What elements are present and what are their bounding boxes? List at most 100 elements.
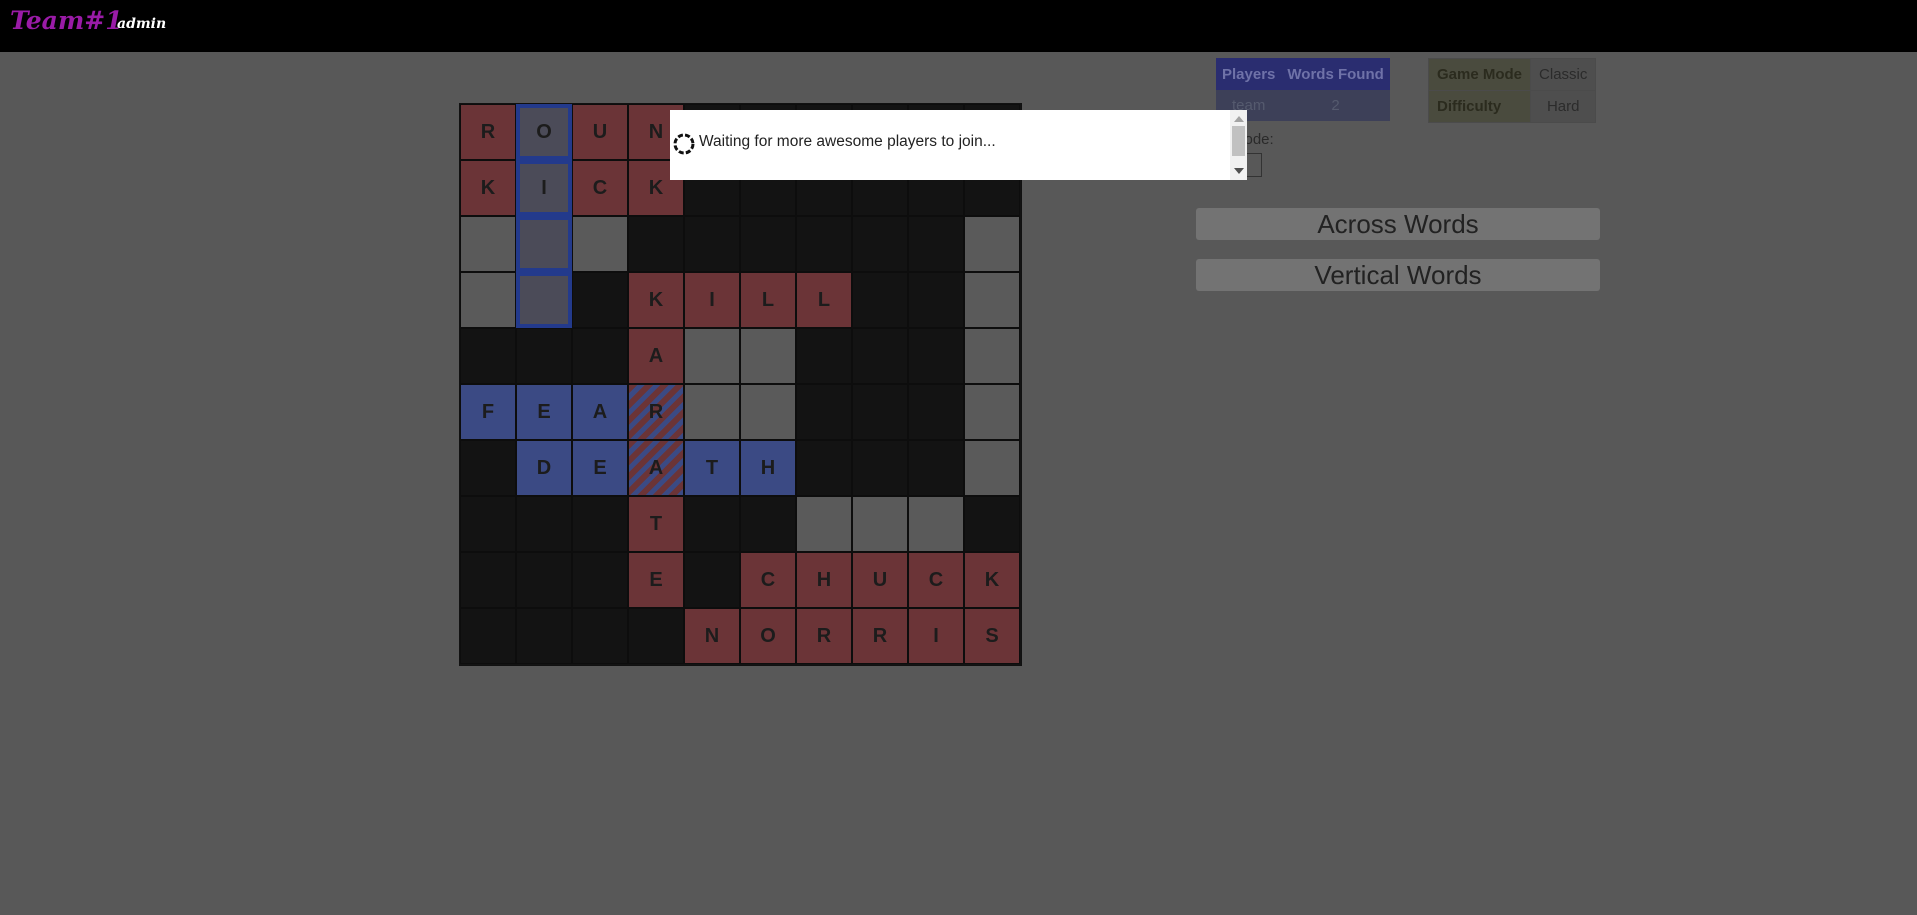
board-cell[interactable]: K [628,272,684,328]
game-settings-table: Game Mode Classic Difficulty Hard [1427,58,1597,123]
board-cell[interactable] [964,216,1020,272]
scroll-up-arrow-icon[interactable] [1234,116,1244,122]
board-cell [964,496,1020,552]
board-cell [572,552,628,608]
board-cell[interactable]: K [964,552,1020,608]
board-cell [516,608,572,664]
board-cell[interactable]: N [684,608,740,664]
across-words-panel[interactable]: Across Words [1196,208,1600,240]
board-cell[interactable]: T [628,496,684,552]
board-cell[interactable] [852,496,908,552]
board-cell[interactable]: C [572,160,628,216]
board-cell [684,216,740,272]
vertical-words-panel[interactable]: Vertical Words [1196,259,1600,291]
board-cell[interactable]: U [852,552,908,608]
board-cell [740,496,796,552]
top-navbar: Team#1 admin [0,0,1917,52]
board-cell[interactable] [572,216,628,272]
board-cell[interactable]: R [796,608,852,664]
board-cell[interactable]: T [684,440,740,496]
scrollbar-thumb[interactable] [1232,126,1245,156]
board-cell[interactable]: O [516,104,572,160]
board-cell [852,384,908,440]
words-found-header: Words Found [1281,58,1390,90]
board-cell[interactable] [964,384,1020,440]
board-cell[interactable]: A [628,440,684,496]
table-row: Difficulty Hard [1427,90,1597,123]
board-cell[interactable]: H [740,440,796,496]
board-cell[interactable]: R [460,104,516,160]
board-cell [796,440,852,496]
board-cell[interactable]: A [572,384,628,440]
brand-logo[interactable]: Team#1 [10,6,123,35]
board-cell[interactable] [684,384,740,440]
board-cell[interactable]: C [908,552,964,608]
words-found-cell: 2 [1281,90,1390,121]
board-cell[interactable] [460,216,516,272]
board-cell[interactable] [460,272,516,328]
username-label[interactable]: admin [117,16,166,32]
board-cell [460,608,516,664]
board-cell [796,384,852,440]
board-cell [572,328,628,384]
waiting-message: Waiting for more awesome players to join… [699,133,996,150]
board-cell[interactable] [964,440,1020,496]
board-cell[interactable]: S [964,608,1020,664]
board-cell[interactable] [740,384,796,440]
board-cell [516,552,572,608]
board-cell[interactable]: U [572,104,628,160]
scroll-down-arrow-icon[interactable] [1234,168,1244,174]
board-cell [516,328,572,384]
board-cell [852,328,908,384]
board-cell[interactable] [908,496,964,552]
board-cell [908,440,964,496]
board-cell [740,216,796,272]
board-cell[interactable]: E [628,552,684,608]
board-cell[interactable] [516,272,572,328]
game-mode-label: Game Mode [1427,58,1532,91]
board-cell [852,216,908,272]
board-cell[interactable]: L [740,272,796,328]
difficulty-label: Difficulty [1427,90,1532,123]
board-cell [628,216,684,272]
board-cell[interactable]: D [516,440,572,496]
board-cell[interactable] [684,328,740,384]
loading-spinner-icon [673,133,695,155]
table-row: Game Mode Classic [1427,58,1597,91]
board-cell[interactable]: E [516,384,572,440]
board-cell[interactable]: O [740,608,796,664]
board-cell [796,216,852,272]
board-cell [908,384,964,440]
board-cell[interactable]: L [796,272,852,328]
board-cell[interactable]: F [460,384,516,440]
board-cell [796,328,852,384]
game-mode-value: Classic [1530,58,1597,91]
board-cell [852,440,908,496]
board-cell[interactable] [964,328,1020,384]
board-cell[interactable]: I [516,160,572,216]
board-cell[interactable] [740,328,796,384]
board-cell [460,440,516,496]
board-cell[interactable] [964,272,1020,328]
board-cell [460,552,516,608]
board-cell [852,272,908,328]
board-cell[interactable]: K [460,160,516,216]
board-cell[interactable]: R [852,608,908,664]
board-cell [460,328,516,384]
board-cell[interactable] [796,496,852,552]
modal-scrollbar[interactable] [1230,110,1247,180]
board-cell[interactable]: H [796,552,852,608]
board-cell[interactable]: A [628,328,684,384]
board-cell[interactable]: I [908,608,964,664]
board-cell[interactable]: I [684,272,740,328]
board-cell [684,552,740,608]
board-cell[interactable]: C [740,552,796,608]
crossword-board: ROUNKICKKILLAFEARDEATHTECHUCKNORRIS [459,103,1022,666]
board-cell[interactable]: R [628,384,684,440]
players-header: Players [1216,58,1282,90]
waiting-modal: Waiting for more awesome players to join… [670,110,1247,180]
board-cell [572,608,628,664]
board-cell [908,216,964,272]
board-cell[interactable]: E [572,440,628,496]
board-cell[interactable] [516,216,572,272]
